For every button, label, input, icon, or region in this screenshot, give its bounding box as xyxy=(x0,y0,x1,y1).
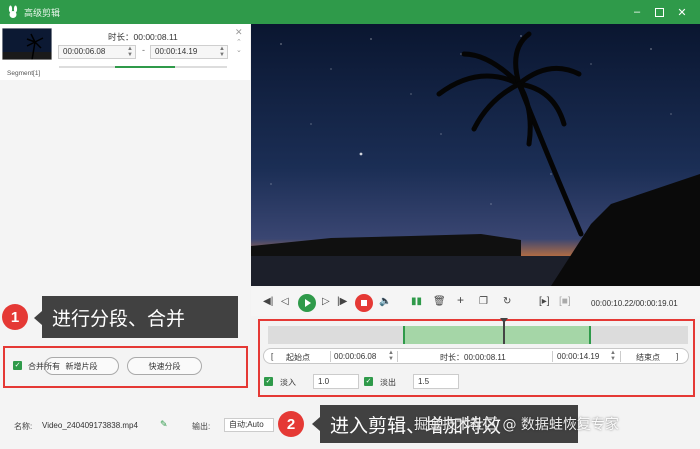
set-end-bracket-icon[interactable]: ] xyxy=(676,352,678,361)
stepper-icon[interactable]: ▲ ▼ xyxy=(610,350,616,362)
set-start-bracket-icon[interactable]: [ xyxy=(271,352,273,361)
app-window: 高级剪辑 – ✕ Segment[1] 时长：00:00:08.11 ✕ ⌃ ⌄ xyxy=(0,0,700,449)
close-icon: ✕ xyxy=(677,6,687,19)
range-dash: - xyxy=(142,45,145,55)
start-point-button[interactable]: 起始点 xyxy=(286,352,310,363)
watermark: 掘金技术社区 @ 数据蛙恢复专家 xyxy=(414,417,619,433)
minimize-button[interactable]: – xyxy=(628,3,646,21)
merge-all-checkbox[interactable]: ✓ xyxy=(13,361,22,370)
segment-thumbnail[interactable] xyxy=(2,28,52,60)
trim-start-input[interactable]: 00:00:06.08 xyxy=(334,352,376,361)
skip-start-icon[interactable]: ◀| xyxy=(263,297,273,307)
fade-in-label: 淡入 xyxy=(280,378,296,387)
time-readout: 00:00:10.22/00:00:19.01 xyxy=(591,299,678,308)
play-button[interactable] xyxy=(298,294,316,312)
trim-point-row: [ 起始点 00:00:06.08 ▲ ▼ 时长：00:00:08.11 00:0… xyxy=(263,348,689,364)
playhead[interactable] xyxy=(503,320,505,344)
name-label: 名称: xyxy=(14,422,33,431)
fade-out-checkbox[interactable]: ✓ xyxy=(364,377,373,386)
segment-card[interactable]: Segment[1] 时长：00:00:08.11 ✕ ⌃ ⌄ 00:00:06… xyxy=(0,24,250,80)
segment-label: Segment[1] xyxy=(7,70,41,77)
tip-arrow-2 xyxy=(312,417,320,431)
minimize-icon: – xyxy=(633,6,641,18)
maximize-icon xyxy=(654,7,664,17)
video-frame xyxy=(251,24,700,286)
play-icon xyxy=(305,299,311,307)
copy-icon[interactable]: ❐ xyxy=(479,297,488,307)
stepper-icon[interactable]: ▲ ▼ xyxy=(127,46,133,58)
quick-split-button[interactable]: 快速分段 xyxy=(127,357,202,375)
rabbit-logo-icon xyxy=(8,5,18,18)
volume-icon[interactable]: 🔈 xyxy=(379,297,391,307)
step-badge-1: 1 xyxy=(2,304,28,330)
merge-all-label: 合并所有 xyxy=(28,362,60,371)
output-select[interactable]: 自动;Auto xyxy=(224,418,274,432)
step-badge-2: 2 xyxy=(278,411,304,437)
trim-end-input[interactable]: 00:00:14.19 xyxy=(557,352,599,361)
stop-button[interactable] xyxy=(355,294,373,312)
tip-arrow-1 xyxy=(34,311,42,325)
segment-progress xyxy=(59,66,227,68)
playback-controls: ◀| ◁ ▷ |▶ 🔈 ▮▮ 🗑 + ❐ ↻ [▸] [■] 00:00:10.… xyxy=(251,288,700,316)
file-name: Video_240409173838.mp4 xyxy=(42,421,138,430)
delete-icon[interactable]: 🗑 xyxy=(433,297,446,307)
fade-in-checkbox[interactable]: ✓ xyxy=(264,377,273,386)
fade-out-label: 淡出 xyxy=(380,378,396,387)
tip-segment-merge: 进行分段、合并 xyxy=(42,296,238,338)
maximize-button[interactable] xyxy=(650,3,668,21)
video-preview[interactable] xyxy=(251,24,700,286)
edit-icon[interactable]: ✎ xyxy=(160,419,168,430)
stepper-icon[interactable]: ▲ ▼ xyxy=(388,350,394,362)
add-icon[interactable]: + xyxy=(457,294,464,306)
step-forward-icon[interactable]: ▷ xyxy=(322,297,330,307)
move-up-icon[interactable]: ⌃ xyxy=(236,38,242,46)
window-title: 高级剪辑 xyxy=(24,8,61,18)
mark-in-icon[interactable]: [▸] xyxy=(539,297,550,307)
end-point-button[interactable]: 结束点 xyxy=(636,352,660,363)
timeline-selection[interactable] xyxy=(403,326,591,344)
close-button[interactable]: ✕ xyxy=(673,3,691,21)
split-icon[interactable]: ▮▮ xyxy=(411,297,422,307)
stepper-icon[interactable]: ▲ ▼ xyxy=(219,46,225,58)
title-bar: 高级剪辑 – ✕ xyxy=(0,0,700,24)
output-label: 输出: xyxy=(192,422,211,431)
trim-duration: 时长：00:00:08.11 xyxy=(440,353,506,362)
stop-icon xyxy=(361,300,367,306)
fade-in-input[interactable]: 1.0 xyxy=(313,374,359,389)
timeline-track[interactable] xyxy=(268,326,688,344)
move-down-icon[interactable]: ⌄ xyxy=(236,46,242,54)
skip-end-icon[interactable]: |▶ xyxy=(337,297,347,307)
segment-end-input[interactable]: 00:00:14.19 ▲ ▼ xyxy=(150,45,228,59)
segment-start-input[interactable]: 00:00:06.08 ▲ ▼ xyxy=(58,45,136,59)
remove-segment-icon[interactable]: ✕ xyxy=(235,27,243,38)
mark-out-icon[interactable]: [■] xyxy=(559,297,571,307)
fade-out-input[interactable]: 1.5 xyxy=(413,374,459,389)
step-back-icon[interactable]: ◁ xyxy=(281,297,289,307)
segment-duration: 时长：00:00:08.11 xyxy=(108,32,178,42)
rotate-icon[interactable]: ↻ xyxy=(503,297,511,307)
